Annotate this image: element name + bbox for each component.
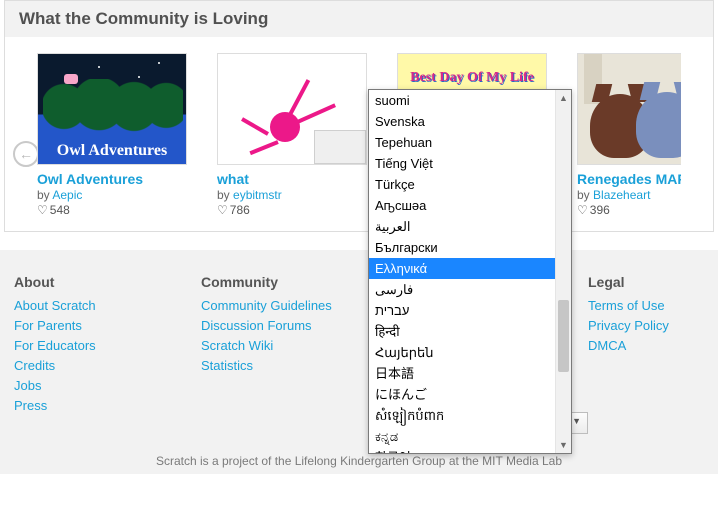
footer-link[interactable]: Community Guidelines [201,298,376,313]
project-card[interactable]: Owl Adventures by Aepic ♡548 [37,53,189,217]
language-option[interactable]: Tepehuan [369,132,555,153]
footer-heading: Community [201,274,376,290]
footer-col-community: Community Community Guidelines Discussio… [195,274,382,434]
footer-link[interactable]: Terms of Use [588,298,704,313]
footer-link[interactable]: Statistics [201,358,376,373]
project-title[interactable]: Renegades MAP P… [577,171,681,187]
language-option[interactable]: 日本語 [369,363,555,384]
scroll-down-icon[interactable]: ▼ [556,437,571,453]
footer-link[interactable]: Credits [14,358,189,373]
language-option[interactable]: Tiếng Việt [369,153,555,174]
project-author-link[interactable]: eybitmstr [233,188,282,202]
section-title: What the Community is Loving [19,9,699,29]
project-title[interactable]: Owl Adventures [37,171,189,187]
scroll-up-icon[interactable]: ▲ [556,90,571,106]
language-option[interactable]: 한국어 [369,447,555,453]
site-footer: About About Scratch For Parents For Educ… [0,250,718,474]
project-author-line: by Blazeheart [577,188,681,202]
language-option[interactable]: Аҧсшәа [369,195,555,216]
language-option[interactable]: हिन्दी [369,321,555,342]
footer-link[interactable]: Privacy Policy [588,318,704,333]
footer-columns: About About Scratch For Parents For Educ… [8,274,710,434]
language-option[interactable]: فارسی [369,279,555,300]
language-option[interactable]: にほんご [369,384,555,405]
project-thumbnail[interactable] [217,53,367,165]
footer-link[interactable]: DMCA [588,338,704,353]
footer-link[interactable]: For Parents [14,318,189,333]
language-option[interactable]: العربية [369,216,555,237]
thumbnail-banner-text: Best Day Of My Life [398,70,546,86]
footer-col-about: About About Scratch For Parents For Educ… [8,274,195,434]
project-loves: ♡396 [577,203,681,217]
footer-link[interactable]: Discussion Forums [201,318,376,333]
carousel-prev-button[interactable]: ← [13,141,39,167]
language-option[interactable]: Türkçe [369,174,555,195]
footer-link[interactable]: Scratch Wiki [201,338,376,353]
language-option[interactable]: សំឡៀកបំពាក [369,405,555,426]
project-carousel: ← Owl Adventures by Aepic ♡548 [5,37,713,231]
language-options: suomiSvenskaTepehuanTiếng ViệtTürkçeАҧсш… [369,90,555,453]
project-loves: ♡548 [37,203,189,217]
footer-link[interactable]: About Scratch [14,298,189,313]
language-listbox[interactable]: suomiSvenskaTepehuanTiếng ViệtTürkçeАҧсш… [368,89,572,454]
heart-icon: ♡ [37,203,48,217]
arrow-left-icon: ← [19,147,33,161]
footer-heading: About [14,274,189,290]
project-author-line: by Aepic [37,188,189,202]
project-author-link[interactable]: Aepic [52,188,82,202]
language-option[interactable]: Български [369,237,555,258]
language-option[interactable]: Հայերեն [369,342,555,363]
section-header: What the Community is Loving [5,1,713,37]
project-loves: ♡786 [217,203,369,217]
project-card[interactable]: Renegades MAP P… by Blazeheart ♡396 [577,53,681,217]
project-title[interactable]: what [217,171,369,187]
heart-icon: ♡ [577,203,588,217]
project-card[interactable]: what by eybitmstr ♡786 [217,53,369,217]
footer-link[interactable]: For Educators [14,338,189,353]
language-option[interactable]: עברית [369,300,555,321]
project-author-line: by eybitmstr [217,188,369,202]
footer-link[interactable]: Press [14,398,189,413]
footer-link[interactable]: Jobs [14,378,189,393]
language-option[interactable]: ಕನ್ನಡ [369,426,555,447]
community-loving-section: What the Community is Loving ← Owl Adven… [4,0,714,232]
language-option[interactable]: Ελληνικά [369,258,555,279]
language-option[interactable]: suomi [369,90,555,111]
footer-note: Scratch is a project of the Lifelong Kin… [8,454,710,468]
project-thumbnail[interactable] [577,53,681,165]
heart-icon: ♡ [217,203,228,217]
project-cards: Owl Adventures by Aepic ♡548 what by eyb… [37,53,681,217]
project-author-link[interactable]: Blazeheart [593,188,650,202]
footer-heading: Legal [588,274,704,290]
footer-col-legal: Legal Terms of Use Privacy Policy DMCA [582,274,710,434]
listbox-scrollbar[interactable]: ▲ ▼ [555,90,571,453]
language-option[interactable]: Svenska [369,111,555,132]
scroll-thumb[interactable] [558,300,569,372]
project-thumbnail[interactable] [37,53,187,165]
